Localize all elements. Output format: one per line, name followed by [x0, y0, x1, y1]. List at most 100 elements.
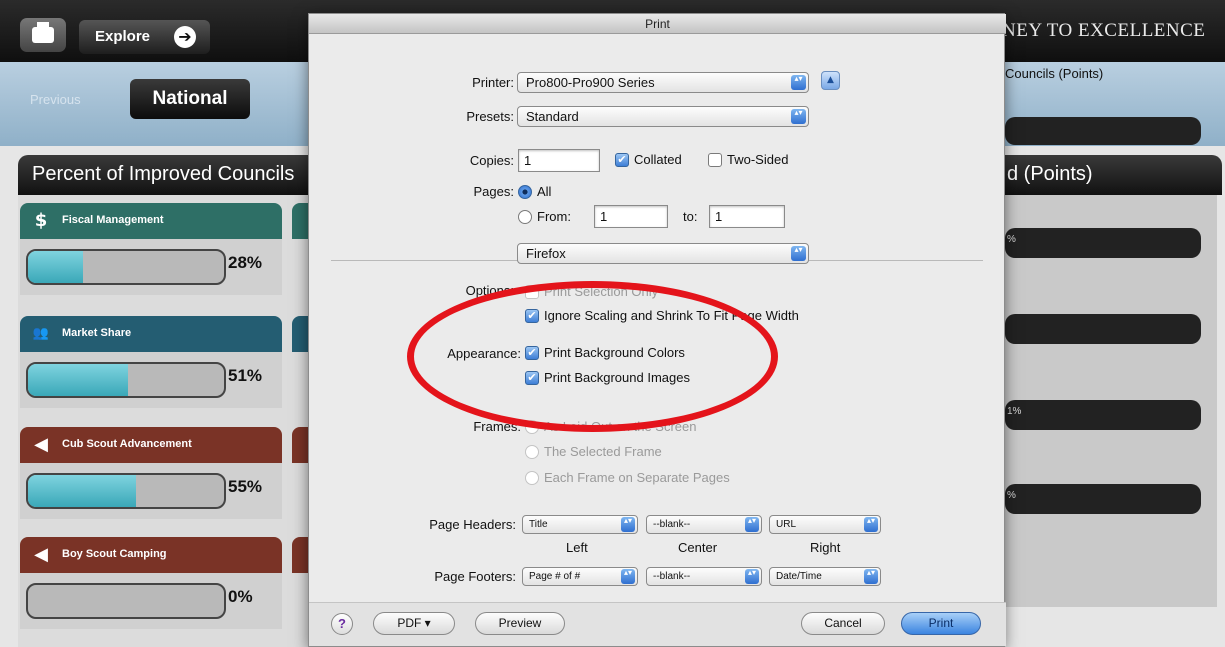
right-summary-meter: [1005, 117, 1201, 145]
right-summary-title: Councils (Points): [1005, 66, 1104, 81]
dialog-title: Print: [309, 14, 1006, 34]
percent-value: 0%: [228, 587, 253, 606]
brand-title: NEY TO EXCELLENCE: [1002, 20, 1206, 41]
from-label: From:: [537, 209, 571, 224]
printer-label: Printer:: [472, 75, 514, 90]
right-panel-title: d (Points): [1005, 155, 1222, 195]
right-meter: %: [1005, 484, 1201, 514]
copies-field[interactable]: 1: [518, 149, 600, 172]
footer-center-value: --blank--: [653, 571, 691, 582]
column-center-label: Center: [678, 540, 718, 555]
print-button[interactable]: Print: [901, 612, 981, 635]
percent-value: 55%: [228, 477, 263, 496]
arrow-right-icon: ➔: [174, 26, 196, 48]
footer-left-value: Page # of #: [529, 571, 581, 582]
progress-fill: [28, 475, 136, 507]
footer-center-select[interactable]: --blank-- ▴▾: [646, 567, 762, 586]
progress-fill: [28, 364, 128, 396]
popup-arrows-icon: ▴▾: [864, 569, 878, 584]
collated-checkbox[interactable]: ✔: [615, 153, 629, 167]
dollar-icon: $: [34, 210, 48, 231]
two-sided-checkbox[interactable]: [708, 153, 722, 167]
column-right-label: Right: [810, 540, 841, 555]
to-field[interactable]: 1: [709, 205, 785, 228]
explore-button[interactable]: Explore ➔: [79, 20, 210, 54]
pages-all-radio[interactable]: [518, 185, 532, 199]
popup-arrows-icon: ▴▾: [745, 517, 759, 532]
card-title: Boy Scout Camping: [62, 548, 167, 560]
disclosure-triangle-icon[interactable]: ▲: [821, 71, 840, 90]
popup-arrows-icon: ▴▾: [621, 517, 635, 532]
header-center-value: --blank--: [653, 519, 691, 530]
percent-value: 51%: [228, 366, 263, 385]
previous-link[interactable]: Previous: [30, 92, 81, 107]
card-title: Fiscal Management: [62, 214, 164, 226]
card-market-share: 👥 Market Share 51%: [20, 316, 282, 408]
progress-fill: [28, 251, 83, 283]
card-fiscal-management: $ Fiscal Management 28%: [20, 203, 282, 295]
dialog-footer: ? PDF ▾ Preview Cancel Print: [309, 602, 1006, 646]
presets-value: Standard: [526, 109, 579, 124]
advancement-icon: ◀: [34, 434, 48, 455]
cancel-button[interactable]: Cancel: [801, 612, 885, 635]
card-header: $ Fiscal Management: [20, 203, 282, 239]
header-right-value: URL: [776, 519, 797, 530]
annotation-ellipse: [407, 281, 778, 432]
camping-icon: ◀: [34, 544, 48, 565]
card-body: 0%: [20, 573, 282, 629]
pages-all-label: All: [537, 184, 552, 199]
presets-select[interactable]: Standard ▴▾: [517, 106, 809, 127]
explore-label: Explore: [95, 28, 151, 45]
printer-value: Pro800-Pro900 Series: [526, 75, 655, 90]
frame-separate-label: Each Frame on Separate Pages: [544, 470, 730, 485]
right-meter: [1005, 314, 1201, 344]
section-select[interactable]: Firefox ▴▾: [517, 243, 809, 264]
progress-meter: [26, 249, 226, 285]
card-body: 51%: [20, 352, 282, 408]
people-icon: 👥: [32, 326, 50, 341]
popup-arrows-icon: ▴▾: [791, 109, 806, 124]
frame-separate-radio: [525, 471, 539, 485]
card-title: Market Share: [62, 327, 132, 339]
right-meter: 1%: [1005, 400, 1201, 430]
frame-selected-radio: [525, 445, 539, 459]
card-header: ◀ Boy Scout Camping: [20, 537, 282, 573]
print-icon[interactable]: [20, 18, 66, 52]
popup-arrows-icon: ▴▾: [791, 246, 806, 261]
popup-arrows-icon: ▴▾: [745, 569, 759, 584]
header-left-value: Title: [529, 519, 548, 530]
pages-label: Pages:: [473, 184, 514, 199]
column-left-label: Left: [566, 540, 588, 555]
progress-meter: [26, 362, 226, 398]
page-headers-label: Page Headers:: [429, 517, 516, 532]
right-meter-value: %: [1007, 490, 1016, 501]
copies-label: Copies:: [469, 153, 514, 168]
header-center-select[interactable]: --blank-- ▴▾: [646, 515, 762, 534]
presets-label: Presets:: [466, 109, 514, 124]
frame-selected-label: The Selected Frame: [544, 444, 662, 459]
header-right-select[interactable]: URL ▴▾: [769, 515, 881, 534]
progress-meter: [26, 473, 226, 509]
card-cub-scout-advancement: ◀ Cub Scout Advancement 55%: [20, 427, 282, 519]
section-value: Firefox: [526, 246, 566, 261]
collated-label: Collated: [634, 152, 682, 167]
card-title: Cub Scout Advancement: [62, 438, 192, 450]
footer-right-select[interactable]: Date/Time ▴▾: [769, 567, 881, 586]
tab-national[interactable]: National: [130, 79, 250, 119]
from-field[interactable]: 1: [594, 205, 668, 228]
progress-meter: [26, 583, 226, 619]
footer-left-select[interactable]: Page # of # ▴▾: [522, 567, 638, 586]
card-header: 👥 Market Share: [20, 316, 282, 352]
printer-select[interactable]: Pro800-Pro900 Series ▴▾: [517, 72, 809, 93]
popup-arrows-icon: ▴▾: [621, 569, 635, 584]
right-meter-value: 1%: [1007, 406, 1022, 417]
right-meter: %: [1005, 228, 1201, 258]
pages-from-radio[interactable]: [518, 210, 532, 224]
page-footers-label: Page Footers:: [434, 569, 516, 584]
percent-value: 28%: [228, 253, 263, 272]
pdf-button[interactable]: PDF ▾: [373, 612, 455, 635]
footer-right-value: Date/Time: [776, 571, 822, 582]
help-icon[interactable]: ?: [331, 613, 353, 635]
preview-button[interactable]: Preview: [475, 612, 565, 635]
header-left-select[interactable]: Title ▴▾: [522, 515, 638, 534]
